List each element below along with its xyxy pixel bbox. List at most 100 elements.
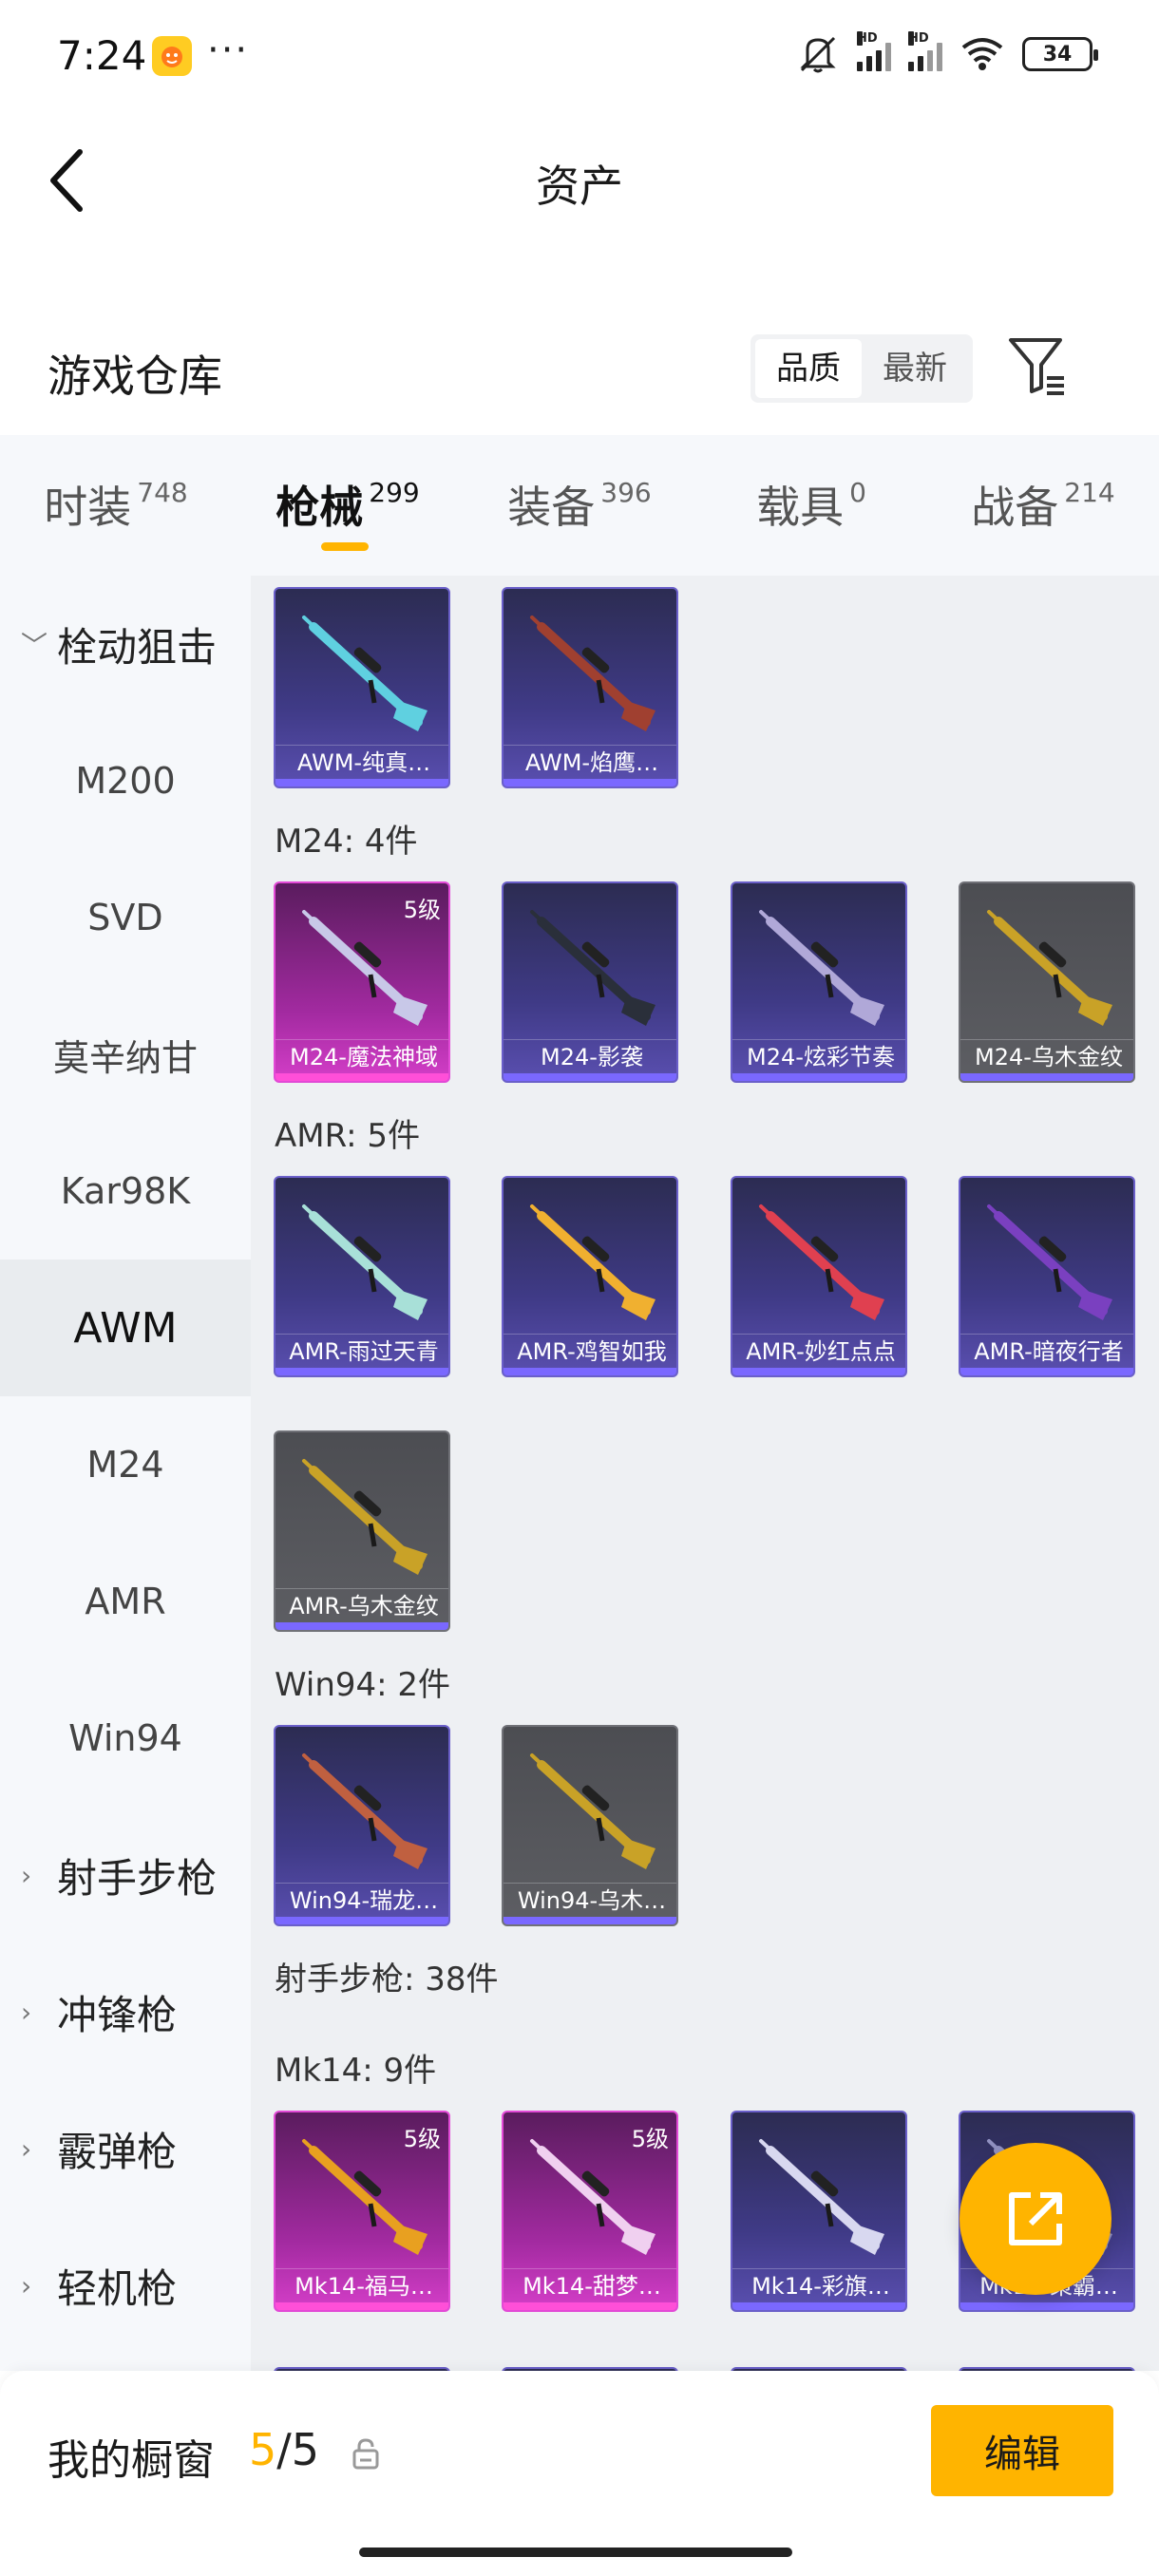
rarity-bar [960,1368,1133,1375]
rarity-bar [732,1073,905,1081]
group-label-m24: M24: 4件 [275,823,418,861]
signal-icon: HD [857,31,891,71]
item-name: Mk14-福马… [276,2268,448,2302]
tab-weapons[interactable]: 枪械 299 [232,435,464,576]
game-app-icon [152,36,192,76]
group-label-marksman: 射手步枪: 38件 [275,1960,499,1998]
showcase-bar: 我的橱窗 5/5 编辑 [0,2371,1159,2576]
chevron-right-icon: › [21,2269,32,2301]
rarity-bar [276,779,448,786]
rarity-bar [504,2302,676,2310]
rifle-image [302,1459,428,1575]
rarity-bar [960,2302,1133,2310]
mute-icon [800,36,836,73]
item-card[interactable]: AMR-暗夜行者 [959,1176,1135,1377]
item-card[interactable]: AMR-鸡智如我 [502,1176,678,1377]
item-card[interactable]: AMR-雨过天青 [274,1176,450,1377]
item-name: Mk14-彩旗… [732,2268,905,2302]
signal-icon: HD [908,31,942,71]
category-tabs: 时装 748 枪械 299 装备 396 载具 0 战备 214 [0,435,1159,576]
section-title: 游戏仓库 [48,350,222,402]
rifle-image [987,910,1112,1026]
rifle-image [530,910,656,1026]
sidebar-item-awm[interactable]: AWM [0,1260,251,1396]
item-card[interactable]: M24-乌木金纹 [959,881,1135,1083]
rarity-bar [276,2302,448,2310]
item-card[interactable]: Mk14-彩旗… [731,2111,907,2312]
item-grid: M24: 4件 AMR: 5件 Win94: 2件 射手步枪: 38件 Mk14… [251,576,1159,2371]
wifi-icon [961,38,1003,70]
showcase-title: 我的橱窗 [48,2436,215,2485]
status-bar: 7:24 ··· HD HD 34 [0,0,1159,114]
item-card[interactable]: Win94-乌木… [502,1725,678,1926]
sidebar-item-amr[interactable]: AMR [0,1533,251,1670]
item-name: AMR-妙红点点 [732,1334,905,1368]
sort-option-newest[interactable]: 最新 [862,339,968,398]
item-name: AMR-乌木金纹 [276,1588,448,1622]
item-name: AMR-暗夜行者 [960,1334,1133,1368]
level-badge: 5级 [631,2126,669,2152]
item-name: M24-炫彩节奏 [732,1039,905,1073]
sidebar-item-svd[interactable]: SVD [0,849,251,986]
rarity-bar [732,2302,905,2310]
item-name: Mk14-甜梦… [504,2268,676,2302]
sidebar-item-mosin[interactable]: 莫辛纳甘 [0,986,251,1123]
level-badge: 5级 [403,897,441,923]
group-label-win94: Win94: 2件 [275,1666,451,1704]
rifle-image [530,1753,656,1869]
rifle-image [759,2139,884,2255]
sidebar-item-kar98k[interactable]: Kar98K [0,1123,251,1260]
item-card[interactable]: 5级 Mk14-福马… [274,2111,450,2312]
tab-fashion[interactable]: 时装 748 [0,435,232,576]
sidebar-item-lmg[interactable]: › 轻机枪 [0,2217,251,2354]
rarity-bar [276,1917,448,1924]
rarity-bar [276,1073,448,1081]
chevron-right-icon: › [21,1996,32,2028]
sort-option-quality[interactable]: 品质 [755,339,862,398]
item-card[interactable]: 5级 M24-魔法神域 [274,881,450,1083]
level-badge: 5级 [403,2126,441,2152]
item-name: Win94-乌木… [504,1883,676,1917]
share-button[interactable] [960,2143,1112,2295]
item-card[interactable]: AWM-焰鹰… [502,587,678,788]
page-title: 资产 [536,161,623,212]
item-name: AMR-鸡智如我 [504,1334,676,1368]
home-indicator [359,2548,792,2557]
rifle-image [302,1753,428,1869]
battery-icon: 34 [1022,37,1098,71]
sidebar-item-shotgun[interactable]: › 霰弹枪 [0,2080,251,2217]
sidebar-item-marksman[interactable]: › 射手步枪 [0,1807,251,1943]
sidebar-item-bolt-action[interactable]: ﹀ 栓动狙击 [0,576,251,712]
edit-button[interactable]: 编辑 [931,2405,1113,2496]
chevron-down-icon: ﹀ [21,630,48,661]
item-name: AMR-雨过天青 [276,1334,448,1368]
item-card[interactable]: 5级 Mk14-甜梦… [502,2111,678,2312]
item-card[interactable]: M24-炫彩节奏 [731,881,907,1083]
status-time: 7:24 [57,32,147,79]
sidebar-item-smg[interactable]: › 冲锋枪 [0,1943,251,2080]
lock-icon [352,2438,379,2470]
filter-button[interactable] [1007,334,1070,397]
item-card[interactable]: AWM-纯真… [274,587,450,788]
tab-supplies[interactable]: 战备 214 [927,435,1159,576]
rarity-bar [276,1622,448,1630]
sidebar-item-m24[interactable]: M24 [0,1396,251,1533]
showcase-count: 5/5 [249,2424,320,2475]
item-card[interactable]: M24-影袭 [502,881,678,1083]
item-name: AWM-纯真… [276,745,448,779]
sidebar-item-win94[interactable]: Win94 [0,1670,251,1807]
rarity-bar [504,1917,676,1924]
item-card[interactable]: Win94-瑞龙… [274,1725,450,1926]
rifle-image [987,1204,1112,1320]
sort-toggle: 品质 最新 [750,334,973,403]
item-name: M24-魔法神域 [276,1039,448,1073]
item-card[interactable]: AMR-乌木金纹 [274,1430,450,1632]
tab-equipment[interactable]: 装备 396 [464,435,695,576]
rifle-image [759,1204,884,1320]
sidebar-item-m200[interactable]: M200 [0,712,251,849]
status-icons: HD HD 34 [796,31,1098,74]
item-name: M24-影袭 [504,1039,676,1073]
share-external-icon [1009,2192,1062,2245]
tab-vehicles[interactable]: 载具 0 [695,435,927,576]
item-card[interactable]: AMR-妙红点点 [731,1176,907,1377]
